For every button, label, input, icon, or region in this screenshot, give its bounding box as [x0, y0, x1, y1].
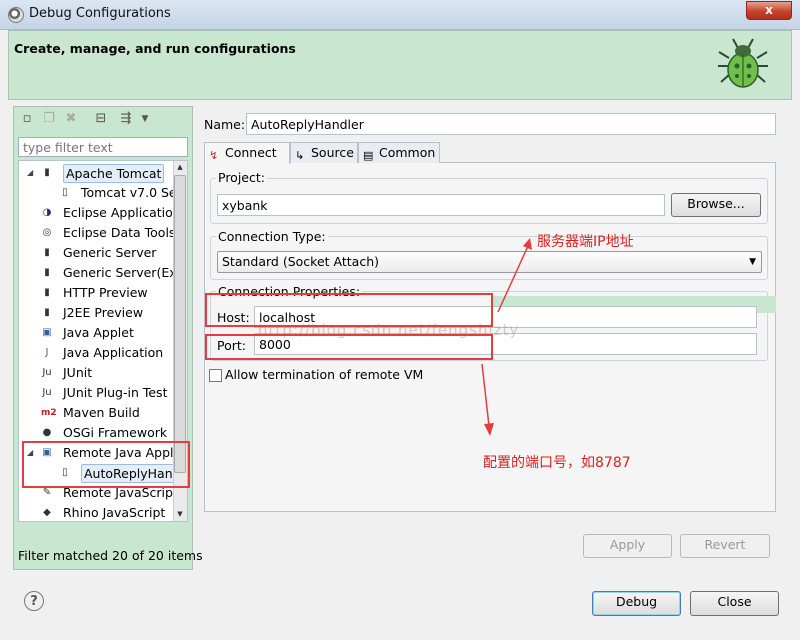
port-highlight-box [205, 334, 493, 360]
tree-item[interactable]: ◢ ▮ Apache Tomcat [19, 163, 187, 183]
osgi-icon: ● [42, 427, 52, 438]
tab-common-label: Common [379, 145, 436, 160]
new-config-icon[interactable]: ▫ [18, 110, 36, 128]
tree-item[interactable]: ▣ Java Applet [19, 323, 187, 343]
junit-plugin-icon: Ju [42, 387, 52, 398]
tree-item[interactable]: ◆ Rhino JavaScript [19, 503, 187, 521]
filter-icon[interactable]: ⇶ [117, 110, 135, 128]
duplicate-icon[interactable]: ❐ [40, 110, 58, 128]
java-app-icon: J [45, 347, 49, 358]
tree-item-label: Java Application [63, 345, 164, 360]
window-close-button[interactable]: x [746, 1, 792, 20]
chevron-down-icon: ▼ [749, 257, 756, 267]
tree-item-label: JUnit Plug-in Test [63, 385, 168, 400]
connection-type-label: Connection Type: [216, 229, 328, 244]
tree-item[interactable]: ▮ HTTP Preview [19, 283, 187, 303]
tree-item-label: J2EE Preview [63, 305, 144, 320]
config-icon: ▯ [62, 187, 68, 198]
tab-connect[interactable]: ↯ Connect [204, 142, 290, 164]
eclipse-icon: ◑ [42, 207, 52, 218]
remote-js-icon: ✎ [42, 487, 52, 498]
tab-connect-label: Connect [225, 145, 277, 160]
tree-item[interactable]: ▮ Generic Server [19, 243, 187, 263]
tree-item-label: Eclipse Data Tools [63, 225, 176, 240]
port-annotation: 配置的端口号，如8787 [483, 455, 631, 471]
datatools-icon: ◎ [42, 227, 52, 238]
tree-item-label: Apache Tomcat [63, 164, 165, 183]
header-text: Create, manage, and run configurations [14, 41, 296, 56]
view-menu-icon[interactable]: ▼ [136, 110, 154, 128]
maven-icon: m2 [41, 408, 57, 418]
debug-button[interactable]: Debug [592, 591, 681, 616]
bug-icon [718, 38, 768, 88]
tab-source[interactable]: ↳ Source [290, 142, 358, 163]
apply-button[interactable]: Apply [583, 534, 672, 558]
name-field[interactable] [246, 113, 776, 135]
scroll-thumb[interactable] [174, 175, 186, 473]
server-icon: ▮ [44, 307, 50, 318]
delete-icon[interactable]: ✖ [62, 110, 80, 128]
source-icon: ↳ [295, 149, 305, 162]
remote-java-highlight-box [22, 441, 190, 488]
tree-item-label: JUnit [63, 365, 93, 380]
annotation-arrows [481, 238, 532, 436]
tree-item-label: Rhino JavaScript [63, 505, 166, 520]
applet-icon: ▣ [42, 327, 52, 338]
collapse-all-icon[interactable]: ⊟ [92, 110, 110, 128]
tree-item[interactable]: ▮ J2EE Preview [19, 303, 187, 323]
tree-item[interactable]: ◎ Eclipse Data Tools [19, 223, 187, 243]
browse-button[interactable]: Browse... [671, 193, 761, 217]
server-icon: ▮ [44, 287, 50, 298]
server-ip-annotation: 服务器端IP地址 [537, 234, 634, 250]
tomcat-icon: ▮ [44, 167, 50, 178]
rhino-icon: ◆ [43, 507, 51, 518]
tree-item[interactable]: Ju JUnit Plug-in Test [19, 383, 187, 403]
revert-button[interactable]: Revert [680, 534, 770, 558]
server-icon: ▮ [44, 267, 50, 278]
filter-input[interactable] [18, 137, 188, 157]
tree-item-label: Tomcat v7.0 Ser [81, 185, 182, 200]
tree-item[interactable]: J Java Application [19, 343, 187, 363]
scroll-up-arrow[interactable]: ▲ [174, 163, 186, 171]
filter-status: Filter matched 20 of 20 items [18, 548, 203, 563]
tree-item[interactable]: ▮ Generic Server(Exte [19, 263, 188, 283]
tree-item-label: Generic Server [63, 245, 157, 260]
junit-icon: Ju [42, 367, 52, 378]
tree-item-label: HTTP Preview [63, 285, 148, 300]
window-title: Debug Configurations [29, 6, 171, 21]
tree-item-label: Maven Build [63, 405, 140, 420]
connection-type-value: Standard (Socket Attach) [222, 254, 379, 269]
tree-item-label: Eclipse Application [63, 205, 181, 220]
tab-common[interactable]: ▤ Common [358, 142, 440, 163]
tree-item[interactable]: ▯ Tomcat v7.0 Ser [19, 183, 187, 203]
connect-icon: ↯ [209, 149, 219, 162]
tree-item-label: Java Applet [63, 325, 134, 340]
server-icon: ▮ [44, 247, 50, 258]
allow-termination-label: Allow termination of remote VM [225, 367, 424, 382]
allow-termination-checkbox[interactable] [209, 369, 222, 382]
expand-toggle-icon[interactable]: ◢ [27, 163, 33, 183]
tree-item[interactable]: ● OSGi Framework [19, 423, 187, 443]
host-highlight-box [205, 293, 493, 327]
tab-source-label: Source [311, 145, 354, 160]
project-label: Project: [216, 170, 267, 185]
name-label: Name: [204, 117, 246, 132]
close-button[interactable]: Close [690, 591, 779, 616]
scroll-down-arrow[interactable]: ▼ [174, 510, 186, 518]
tree-item-label: OSGi Framework [63, 425, 168, 440]
project-field[interactable] [217, 194, 665, 216]
help-icon[interactable]: ? [24, 591, 44, 611]
tree-item-label: Generic Server(Exte [63, 265, 188, 280]
common-icon: ▤ [363, 149, 374, 162]
tree-item[interactable]: m2 Maven Build [19, 403, 187, 423]
tree-item[interactable]: ◑ Eclipse Application [19, 203, 187, 223]
debug-window-icon [8, 7, 24, 23]
tree-item[interactable]: Ju JUnit [19, 363, 187, 383]
